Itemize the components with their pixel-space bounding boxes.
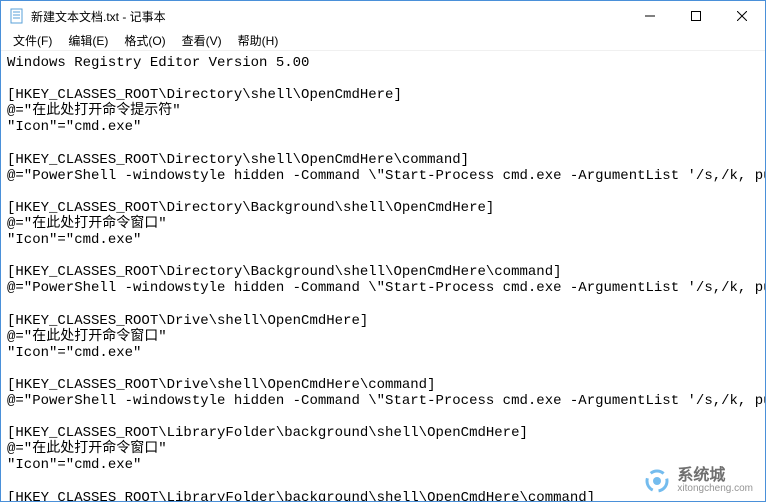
close-button[interactable] (719, 1, 765, 31)
watermark-logo-icon (643, 467, 671, 495)
window-controls (627, 1, 765, 31)
watermark-title: 系统城 (677, 468, 753, 484)
minimize-button[interactable] (627, 1, 673, 31)
watermark: 系统城 xitongcheng.com (643, 467, 753, 495)
watermark-url: xitongcheng.com (677, 484, 753, 494)
menu-format[interactable]: 格式(O) (116, 30, 173, 51)
text-area[interactable]: Windows Registry Editor Version 5.00 [HK… (1, 51, 765, 501)
menu-edit[interactable]: 编辑(E) (60, 30, 116, 51)
notepad-icon (9, 8, 25, 24)
menu-file[interactable]: 文件(F) (5, 30, 60, 51)
menubar: 文件(F) 编辑(E) 格式(O) 查看(V) 帮助(H) (1, 31, 765, 51)
menu-help[interactable]: 帮助(H) (230, 30, 287, 51)
menu-view[interactable]: 查看(V) (174, 30, 230, 51)
maximize-button[interactable] (673, 1, 719, 31)
window-title: 新建文本文档.txt - 记事本 (31, 8, 627, 25)
titlebar: 新建文本文档.txt - 记事本 (1, 1, 765, 31)
